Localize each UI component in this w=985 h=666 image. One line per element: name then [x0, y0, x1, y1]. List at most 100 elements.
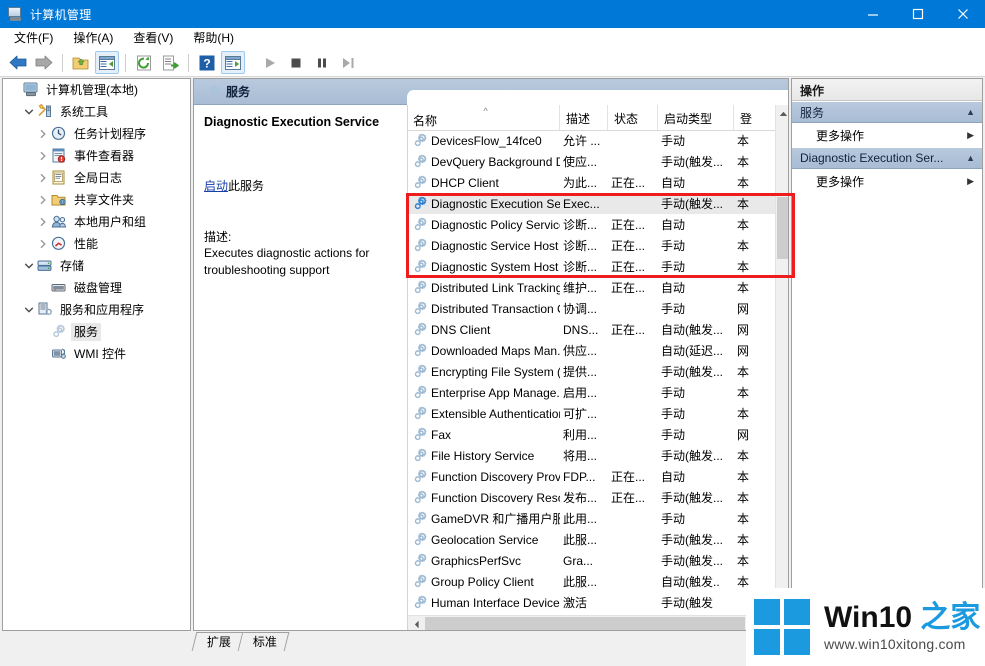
menu-file[interactable]: 文件(F): [5, 29, 62, 48]
chevron-down-icon[interactable]: [21, 101, 37, 123]
service-gear-icon: [413, 448, 428, 463]
table-row[interactable]: Distributed Link Tracking...维护...正在...自动…: [408, 277, 776, 298]
help-icon[interactable]: ?: [195, 51, 219, 74]
refresh-icon[interactable]: [132, 51, 156, 74]
minimize-button[interactable]: [850, 0, 895, 28]
actions-group-services[interactable]: 服务 ▲: [792, 101, 982, 123]
table-row[interactable]: Fax利用...手动网: [408, 424, 776, 445]
tree-item-12[interactable]: WMI 控件: [3, 343, 190, 365]
column-header-description[interactable]: 描述: [560, 105, 608, 130]
start-service-link[interactable]: 启动: [204, 179, 228, 193]
restart-service-icon[interactable]: [336, 51, 360, 74]
chevron-right-icon[interactable]: [35, 123, 51, 145]
service-name-text: Group Policy Client: [431, 575, 534, 589]
chevron-right-icon[interactable]: [35, 211, 51, 233]
caret-right-icon: ▶: [967, 176, 974, 187]
table-row[interactable]: Function Discovery Provi...FDP...正在...自动…: [408, 466, 776, 487]
chevron-right-icon[interactable]: [35, 189, 51, 211]
tree-item-label: 磁盘管理: [71, 279, 125, 297]
tree-item-5[interactable]: 共享文件夹: [3, 189, 190, 211]
list-vertical-scrollbar[interactable]: [775, 105, 789, 615]
tree-item-1[interactable]: 系统工具: [3, 101, 190, 123]
table-row[interactable]: Group Policy Client此服...自动(触发..本: [408, 571, 776, 592]
table-row[interactable]: Human Interface Device激活手动(触发: [408, 592, 776, 613]
table-row[interactable]: DHCP Client为此...正在...自动本: [408, 172, 776, 193]
table-row[interactable]: Extensible Authentication...可扩...手动本: [408, 403, 776, 424]
svg-text:?: ?: [203, 56, 210, 70]
export-list-icon[interactable]: [158, 51, 182, 74]
table-row[interactable]: File History Service将用...手动(触发...本: [408, 445, 776, 466]
cell-startup-type: 手动(触发: [658, 594, 734, 611]
action-more-actions-selected-service[interactable]: 更多操作 ▶: [792, 169, 982, 193]
back-icon[interactable]: [6, 51, 30, 74]
tree-spacer: [7, 79, 23, 101]
menu-help[interactable]: 帮助(H): [184, 29, 243, 48]
tree-item-9[interactable]: 磁盘管理: [3, 277, 190, 299]
chevron-right-icon[interactable]: [35, 233, 51, 255]
vertical-scroll-thumb[interactable]: [777, 197, 789, 259]
column-header-startup-type[interactable]: 启动类型: [658, 105, 734, 130]
chevron-right-icon[interactable]: [35, 167, 51, 189]
pause-service-icon[interactable]: [310, 51, 334, 74]
description-text: Executes diagnostic actions for troubles…: [204, 245, 400, 279]
tab-standard[interactable]: 标准: [239, 632, 290, 651]
table-row[interactable]: GameDVR 和广播用户服务...此用...手动本: [408, 508, 776, 529]
up-folder-icon[interactable]: [69, 51, 93, 74]
column-header-name[interactable]: 名称 ^: [408, 105, 560, 130]
tree-spacer: [35, 343, 51, 365]
chevron-down-icon[interactable]: [21, 299, 37, 321]
table-row[interactable]: Diagnostic Execution Ser...Exec...手动(触发.…: [408, 193, 776, 214]
tree-item-4[interactable]: 全局日志: [3, 167, 190, 189]
menu-view[interactable]: 查看(V): [124, 29, 182, 48]
table-row[interactable]: Function Discovery Reso...发布...正在...手动(触…: [408, 487, 776, 508]
table-row[interactable]: Downloaded Maps Man...供应...自动(延迟...网: [408, 340, 776, 361]
table-row[interactable]: DNS ClientDNS...正在...自动(触发...网: [408, 319, 776, 340]
table-row[interactable]: Diagnostic Policy Service诊断...正在...自动本: [408, 214, 776, 235]
tree-item-11[interactable]: 服务: [3, 321, 190, 343]
tree-item-8[interactable]: 存储: [3, 255, 190, 277]
show-action-pane-icon[interactable]: [221, 51, 245, 74]
list-horizontal-scrollbar[interactable]: [408, 615, 789, 631]
tree-item-10[interactable]: 服务和应用程序: [3, 299, 190, 321]
show-hide-tree-icon[interactable]: [95, 51, 119, 74]
close-button[interactable]: [940, 0, 985, 28]
table-row[interactable]: DevicesFlow_14fce0允许 ...手动本: [408, 130, 776, 151]
action-more-actions-services[interactable]: 更多操作 ▶: [792, 123, 982, 147]
column-header-status[interactable]: 状态: [608, 105, 658, 130]
menu-action[interactable]: 操作(A): [64, 29, 122, 48]
scroll-left-button[interactable]: [408, 616, 425, 631]
caret-up-icon[interactable]: ▲: [966, 107, 975, 117]
actions-pane-title: 操作: [792, 79, 982, 101]
tree-item-3[interactable]: 事件查看器: [3, 145, 190, 167]
cell-logon-as: 网: [734, 321, 764, 338]
tree-item-6[interactable]: 本地用户和组: [3, 211, 190, 233]
cell-logon-as: 本: [734, 552, 764, 569]
caret-up-icon[interactable]: ▲: [966, 153, 975, 163]
table-row[interactable]: GraphicsPerfSvcGra...手动(触发...本: [408, 550, 776, 571]
table-row[interactable]: DevQuery Background D...使应...手动(触发...本: [408, 151, 776, 172]
chevron-right-icon[interactable]: [35, 145, 51, 167]
maximize-button[interactable]: [895, 0, 940, 28]
scroll-up-button[interactable]: [776, 105, 789, 122]
start-service-icon[interactable]: [258, 51, 282, 74]
tab-extended[interactable]: 扩展: [192, 632, 244, 651]
watermark: Win10 之家 www.win10xitong.com: [746, 588, 985, 666]
table-row[interactable]: Encrypting File System (E...提供...手动(触发..…: [408, 361, 776, 382]
actions-group-selected-service[interactable]: Diagnostic Execution Ser... ▲: [792, 147, 982, 169]
service-name-text: Function Discovery Provi...: [431, 470, 560, 484]
cell-startup-type: 自动: [658, 279, 734, 296]
tree-item-7[interactable]: 性能: [3, 233, 190, 255]
tree-item-label: WMI 控件: [71, 345, 129, 363]
table-row[interactable]: Diagnostic System Host诊断...正在...手动本: [408, 256, 776, 277]
table-row[interactable]: Enterprise App Manage...启用...手动本: [408, 382, 776, 403]
table-row[interactable]: Geolocation Service此服...手动(触发...本: [408, 529, 776, 550]
table-row[interactable]: Distributed Transaction C...协调...手动网: [408, 298, 776, 319]
forward-icon[interactable]: [32, 51, 56, 74]
column-header-logon-as[interactable]: 登: [734, 105, 764, 130]
tree-item-2[interactable]: 任务计划程序: [3, 123, 190, 145]
tree-item-0[interactable]: 计算机管理(本地): [3, 79, 190, 101]
table-row[interactable]: Diagnostic Service Host诊断...正在...手动本: [408, 235, 776, 256]
chevron-down-icon[interactable]: [21, 255, 37, 277]
horizontal-scroll-thumb[interactable]: [425, 617, 745, 631]
stop-service-icon[interactable]: [284, 51, 308, 74]
